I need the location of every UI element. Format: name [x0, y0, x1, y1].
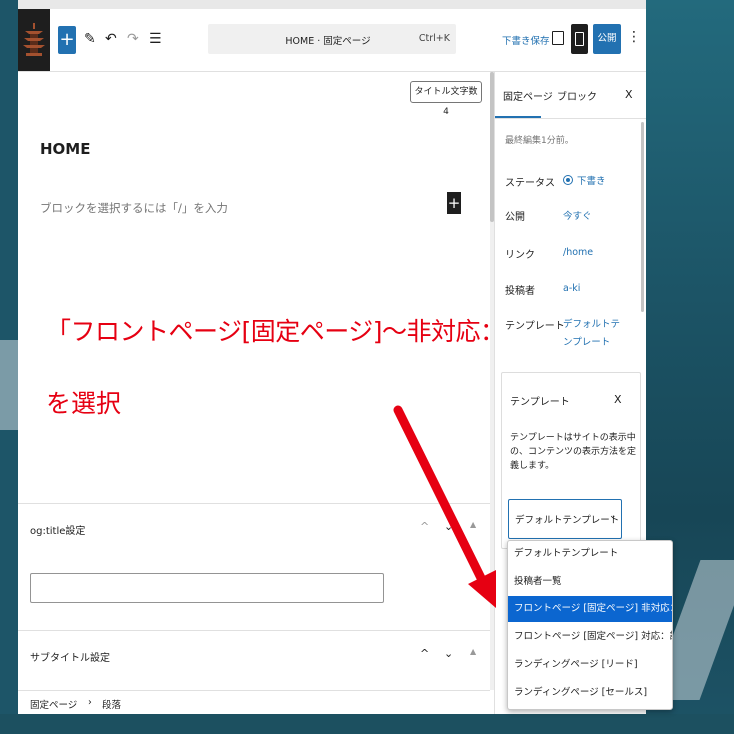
- annotation-arrow: [393, 405, 496, 608]
